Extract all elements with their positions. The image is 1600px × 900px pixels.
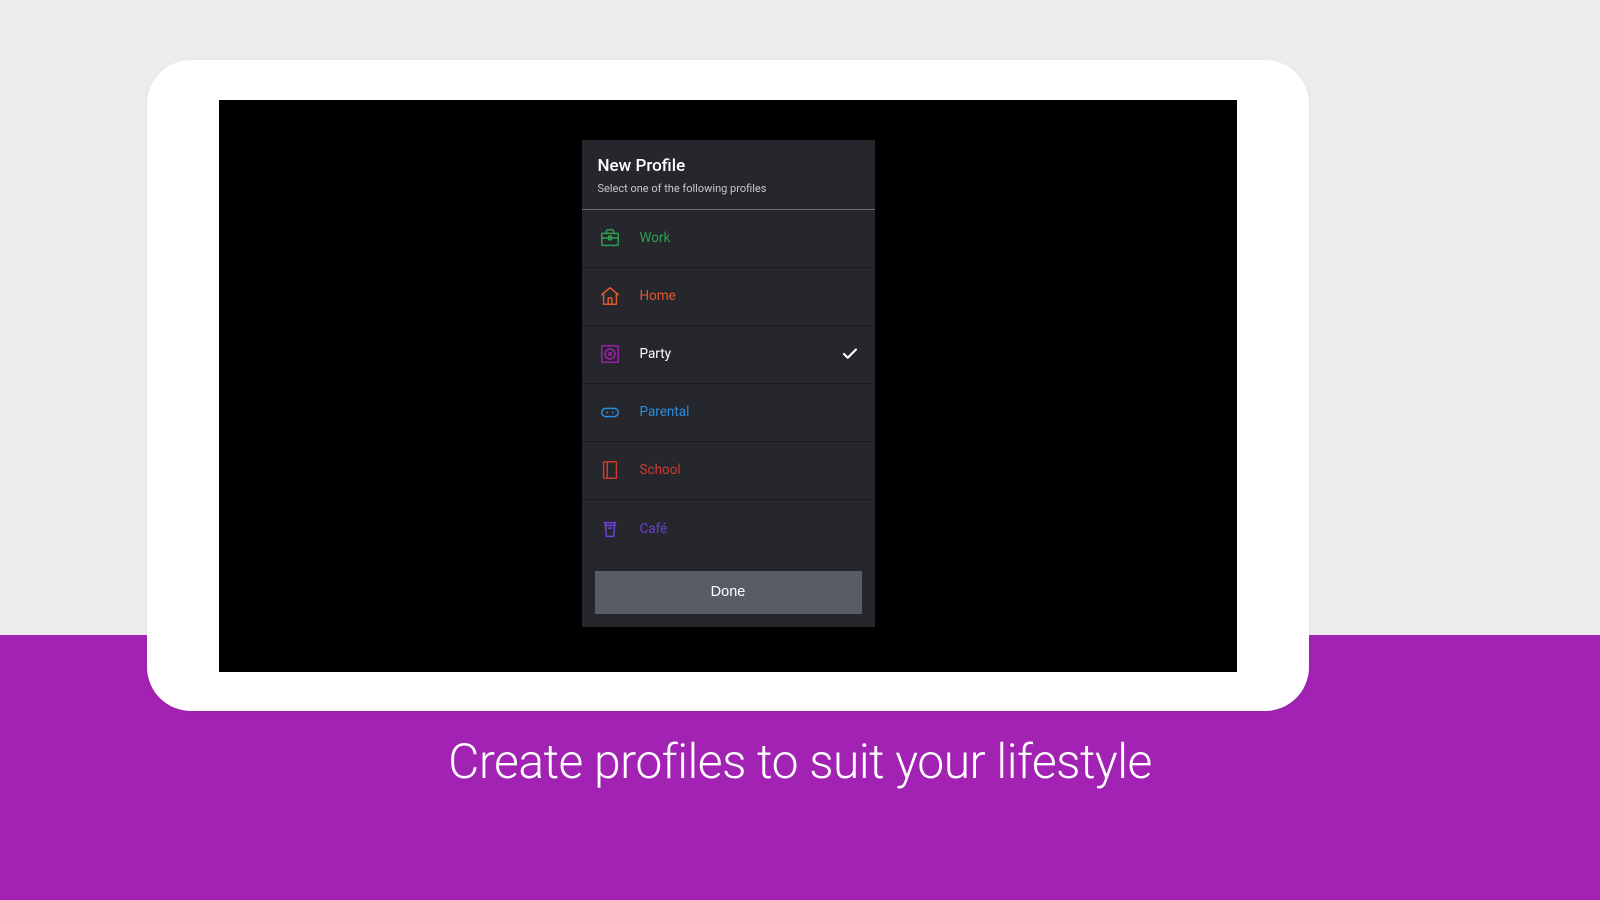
profile-item-school[interactable]: School xyxy=(582,442,875,500)
dialog-header: New Profile Select one of the following … xyxy=(582,140,875,210)
profile-label: Party xyxy=(640,346,841,362)
profile-label: Café xyxy=(640,521,859,537)
new-profile-dialog: New Profile Select one of the following … xyxy=(582,140,875,627)
profile-item-cafe[interactable]: Café xyxy=(582,500,875,558)
profile-label: Home xyxy=(640,288,859,304)
tablet-frame: New Profile Select one of the following … xyxy=(147,60,1309,711)
profile-item-home[interactable]: Home xyxy=(582,268,875,326)
profile-label: Parental xyxy=(640,404,859,420)
music-disc-icon xyxy=(598,342,622,366)
promo-headline: Create profiles to suit your lifestyle xyxy=(448,733,1152,790)
profile-list: Work Home xyxy=(582,210,875,558)
coffee-cup-icon xyxy=(598,517,622,541)
profile-label: School xyxy=(640,462,859,478)
dialog-footer: Done xyxy=(582,558,875,627)
dialog-title: New Profile xyxy=(598,156,859,176)
book-icon xyxy=(598,458,622,482)
gamepad-icon xyxy=(598,400,622,424)
tablet-screen: New Profile Select one of the following … xyxy=(219,100,1237,672)
done-button[interactable]: Done xyxy=(595,571,862,614)
profile-item-work[interactable]: Work xyxy=(582,210,875,268)
check-icon xyxy=(841,345,859,363)
profile-label: Work xyxy=(640,230,859,246)
profile-item-party[interactable]: Party xyxy=(582,326,875,384)
dialog-subtitle: Select one of the following profiles xyxy=(598,182,859,195)
home-icon xyxy=(598,284,622,308)
profile-item-parental[interactable]: Parental xyxy=(582,384,875,442)
briefcase-icon xyxy=(598,226,622,250)
